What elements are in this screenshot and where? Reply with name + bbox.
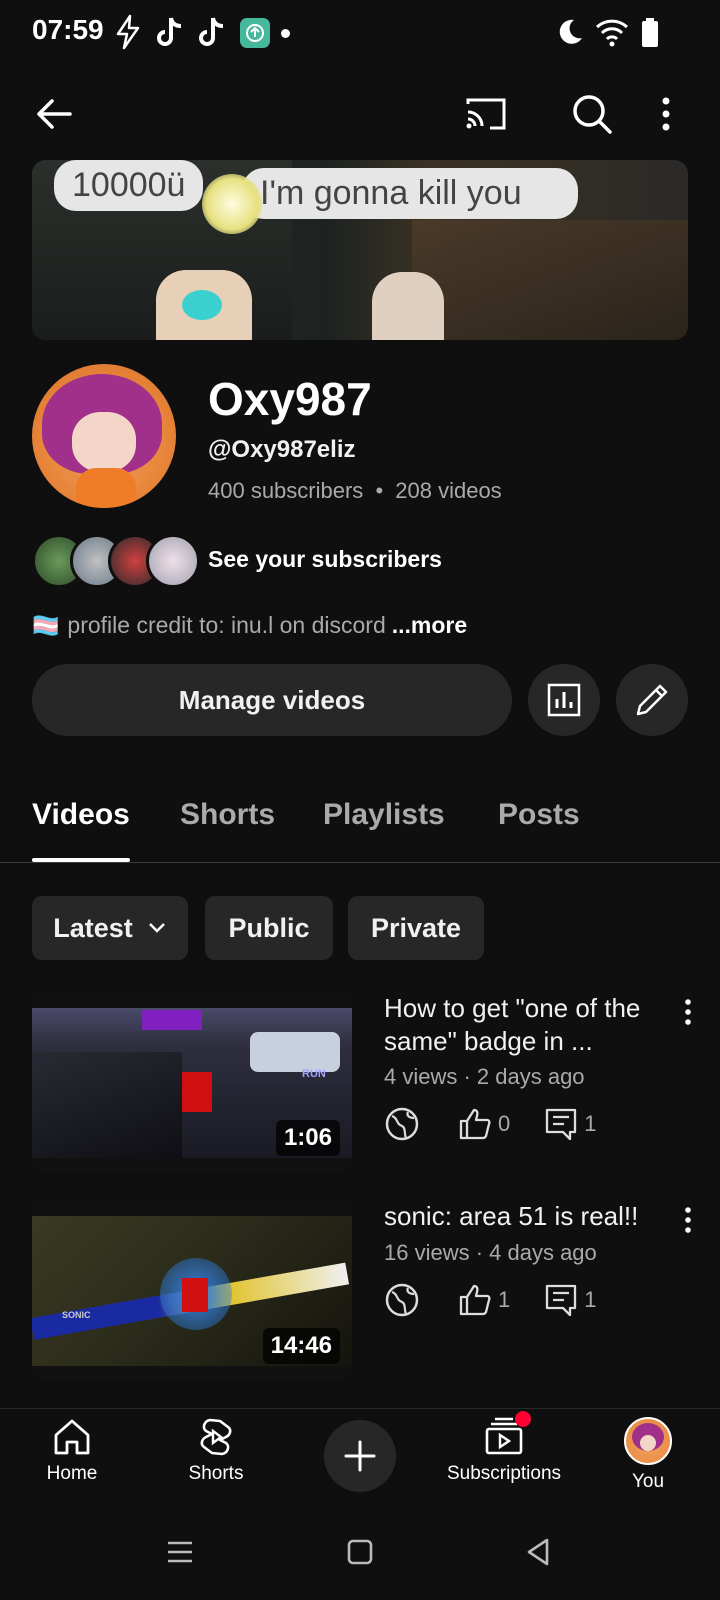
nav-you-label: You (631, 1471, 665, 1492)
channel-banner[interactable]: 10000ü I'm gonna kill you (32, 160, 688, 340)
like-icon (458, 1283, 492, 1317)
channel-name: Oxy987 (208, 373, 372, 425)
chevron-down-icon (147, 921, 167, 935)
sort-latest-chip[interactable]: Latest (32, 896, 188, 960)
comment-icon (544, 1107, 578, 1141)
tabs-divider (0, 862, 720, 863)
more-vert-icon (684, 998, 692, 1026)
video-options-button[interactable] (672, 992, 704, 1032)
like-icon (458, 1107, 492, 1141)
sort-label: Latest (53, 912, 133, 943)
search-button[interactable] (564, 86, 620, 142)
bolt-icon (112, 14, 144, 50)
like-count: 0 (498, 1111, 511, 1136)
stats-separator: • (375, 478, 384, 503)
status-time: 07:59 (32, 14, 104, 45)
shorts-icon (196, 1417, 236, 1457)
tab-posts[interactable]: Posts (498, 798, 580, 832)
system-home-button[interactable] (330, 1532, 390, 1572)
comment-icon (544, 1283, 578, 1317)
tab-shorts[interactable]: Shorts (180, 798, 275, 832)
tab-videos[interactable]: Videos (32, 798, 130, 832)
more-options-button[interactable] (648, 86, 684, 142)
channel-description[interactable]: 🏳️‍⚧️ profile credit to: inu.l on discor… (32, 612, 467, 639)
see-subscribers-link[interactable]: See your subscribers (208, 546, 442, 573)
cast-icon (464, 94, 508, 134)
create-button[interactable] (324, 1420, 396, 1492)
trans-flag-icon: 🏳️‍⚧️ (32, 612, 60, 638)
thumbnail-text: RUN (302, 1068, 326, 1080)
dot-icon (281, 29, 290, 38)
moon-icon (554, 14, 586, 50)
nav-subscriptions[interactable]: Subscriptions (434, 1411, 574, 1485)
video-options-button[interactable] (672, 1200, 704, 1240)
video-duration: 14:46 (262, 1328, 340, 1364)
video-stats: 1 1 (384, 1282, 597, 1318)
comment-count: 1 (584, 1111, 597, 1136)
video-thumbnail[interactable]: SONIC 14:46 (32, 1200, 352, 1380)
description-text: profile credit to: inu.l on discord (67, 612, 386, 638)
nav-shorts-label: Shorts (188, 1463, 244, 1484)
menu-lines-icon (166, 1540, 194, 1564)
video-meta: 4 views · 2 days ago (384, 1064, 585, 1089)
globe-icon (384, 1106, 420, 1142)
subscriptions-icon (483, 1411, 531, 1457)
video-meta: 16 views · 4 days ago (384, 1240, 597, 1265)
banner-bubble-right: I'm gonna kill you (242, 168, 578, 219)
profile-avatar-icon (624, 1417, 672, 1465)
filter-public-chip[interactable]: Public (205, 896, 333, 960)
globe-icon (384, 1282, 420, 1318)
channel-handle: @Oxy987eliz (208, 436, 356, 463)
nav-home-label: Home (46, 1463, 98, 1484)
tiktok-icon (154, 14, 186, 50)
manage-videos-button[interactable]: Manage videos (32, 664, 512, 736)
analytics-icon (546, 682, 582, 718)
thumbnail-text: SONIC (62, 1310, 91, 1320)
like-count: 1 (498, 1287, 511, 1312)
tiktok-icon (196, 14, 228, 50)
home-icon (52, 1417, 92, 1457)
system-back-button[interactable] (508, 1532, 568, 1572)
back-arrow-icon (34, 94, 74, 134)
subscriber-count: 400 subscribers (208, 478, 364, 503)
analytics-button[interactable] (528, 664, 600, 736)
edit-pencil-icon (633, 681, 671, 719)
tab-playlists[interactable]: Playlists (323, 798, 445, 832)
video-title[interactable]: How to get "one of the same" badge in ..… (384, 992, 654, 1058)
cast-button[interactable] (458, 86, 514, 142)
edit-channel-button[interactable] (616, 664, 688, 736)
search-icon (571, 93, 613, 135)
nav-you[interactable]: You (578, 1417, 718, 1493)
nav-subscriptions-label: Subscriptions (446, 1463, 562, 1484)
video-title[interactable]: sonic: area 51 is real!! (384, 1200, 674, 1233)
system-recents-button[interactable] (150, 1532, 210, 1572)
app-update-icon (240, 18, 270, 48)
wifi-icon (594, 14, 630, 50)
banner-bubble-left: 10000ü (54, 160, 204, 211)
more-vert-icon (660, 96, 672, 132)
notification-dot (515, 1411, 531, 1427)
subscriber-avatar (146, 534, 200, 588)
description-more-link[interactable]: ...more (392, 612, 467, 639)
battery-icon (640, 14, 660, 50)
video-count: 208 videos (395, 478, 502, 503)
plus-icon (343, 1439, 377, 1473)
back-triangle-icon (525, 1537, 551, 1567)
nav-home[interactable]: Home (2, 1417, 142, 1485)
video-duration: 1:06 (275, 1120, 340, 1156)
back-button[interactable] (26, 86, 82, 142)
video-stats: 0 1 (384, 1106, 597, 1142)
more-vert-icon (684, 1206, 692, 1234)
filter-private-chip[interactable]: Private (348, 896, 484, 960)
channel-stats: 400 subscribers • 208 videos (208, 478, 502, 504)
comment-count: 1 (584, 1287, 597, 1312)
square-icon (347, 1539, 373, 1565)
nav-shorts[interactable]: Shorts (146, 1417, 286, 1485)
channel-avatar[interactable] (32, 364, 176, 508)
video-thumbnail[interactable]: RUN 1:06 (32, 992, 352, 1172)
